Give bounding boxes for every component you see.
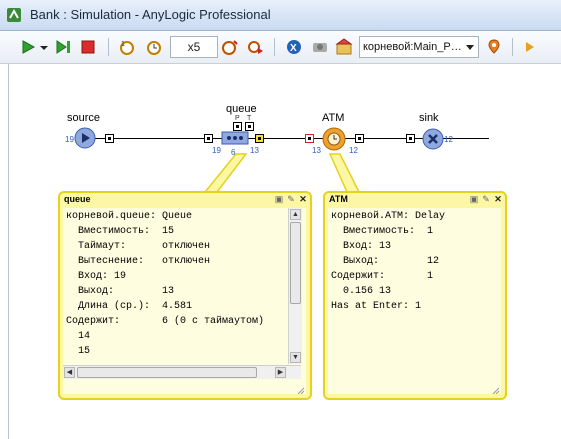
svg-text:X: X	[290, 43, 297, 54]
queue-inspect-body: корневой.queue: Queue Вместимость: 15 Та…	[63, 208, 306, 394]
atm-inspect-title: ATM	[329, 194, 348, 204]
atm-inspect-header: ATM ▣ ✎ ✕	[325, 193, 505, 207]
callout-pointers	[203, 153, 361, 193]
inspect-row: Вместимость: 15	[66, 226, 175, 237]
inspect-row: Вход: 19	[66, 271, 127, 282]
slow-down-icon[interactable]: 1	[118, 37, 138, 57]
stop-icon[interactable]	[78, 37, 98, 57]
inspect-row: корневой.ATM: Delay	[331, 211, 446, 222]
window-title: Bank : Simulation - AnyLogic Professiona…	[30, 7, 271, 22]
inspect-row: корневой.queue: Queue	[66, 211, 193, 222]
inspect-row: Содержит: 1	[331, 271, 434, 282]
home-folder-icon[interactable]	[334, 37, 354, 57]
scroll-left-icon[interactable]: ◀	[64, 367, 75, 378]
location-pin-icon[interactable]	[484, 37, 504, 57]
inspect-row: Выход: 12	[331, 256, 440, 267]
speed-field[interactable]: x5	[170, 36, 218, 58]
vertical-scrollbar[interactable]: ▲ ▼	[288, 208, 302, 364]
inspect-row: Таймаут: отключен	[66, 241, 211, 252]
virtual-time-icon[interactable]	[246, 37, 266, 57]
atm-inspect-window[interactable]: ATM ▣ ✎ ✕ корневой.ATM: Delay Вместимост…	[323, 191, 507, 400]
more-tools-icon[interactable]	[520, 37, 540, 57]
inspect-row: Has at Enter: 1	[331, 301, 422, 312]
close-icon[interactable]: ✕	[493, 194, 503, 204]
inspect-row: Вместимость: 1	[331, 226, 434, 237]
inspect-row: 0.156 13	[331, 286, 392, 297]
speed-up-icon[interactable]	[144, 37, 164, 57]
anylogic-app-icon	[6, 7, 22, 23]
restore-icon[interactable]: ▣	[274, 194, 284, 204]
horizontal-scrollbar[interactable]: ◀ ▶	[63, 365, 301, 379]
experiment-selector-value: корневой:Main_P…	[363, 41, 462, 53]
scroll-up-icon[interactable]: ▲	[290, 209, 301, 220]
model-canvas[interactable]: source 19 queue P T 19 6 13 ATM 13 12 si…	[8, 64, 561, 439]
inspect-row: Длина (ср.): 4.581	[66, 301, 193, 312]
camera-icon[interactable]	[310, 37, 330, 57]
queue-inspect-header: queue ▣ ✎ ✕	[60, 193, 310, 207]
experiment-selector[interactable]: корневой:Main_P…	[359, 36, 479, 58]
queue-inspect-title: queue	[64, 194, 91, 204]
inspect-row: Вход: 13	[331, 241, 392, 252]
inspect-row: Содержит: 6 (0 с таймаутом)	[66, 316, 265, 327]
resize-grip-icon[interactable]	[296, 384, 305, 394]
scroll-thumb[interactable]	[77, 367, 257, 378]
atm-inspect-body: корневой.ATM: Delay Вместимость: 1 Вход:…	[328, 208, 501, 394]
resize-grip-icon[interactable]	[491, 384, 500, 394]
run-icon[interactable]	[18, 37, 38, 57]
toolbar-separator	[108, 38, 109, 56]
toolbar-separator	[274, 38, 275, 56]
pin-icon[interactable]: ✎	[481, 194, 491, 204]
realtime-icon[interactable]	[220, 37, 240, 57]
pin-icon[interactable]: ✎	[286, 194, 296, 204]
inspect-row: Выход: 13	[66, 286, 175, 297]
step-icon[interactable]	[54, 37, 74, 57]
restore-icon[interactable]: ▣	[469, 194, 479, 204]
chevron-down-icon	[466, 45, 474, 50]
run-dropdown-icon[interactable]	[38, 37, 50, 57]
scroll-right-icon[interactable]: ▶	[275, 367, 286, 378]
inspect-row: 15	[66, 346, 91, 357]
toolbar: 1 x5 X корневой:Main_P…	[0, 31, 561, 64]
inspect-row: 14	[66, 331, 91, 342]
close-icon[interactable]: ✕	[298, 194, 308, 204]
scroll-thumb[interactable]	[290, 222, 301, 304]
scroll-down-icon[interactable]: ▼	[290, 352, 301, 363]
toolbar-separator	[512, 38, 513, 56]
queue-inspect-window[interactable]: queue ▣ ✎ ✕ корневой.queue: Queue Вмести…	[58, 191, 312, 400]
navigate-icon[interactable]: X	[284, 37, 304, 57]
svg-text:1: 1	[121, 41, 125, 48]
title-bar: Bank : Simulation - AnyLogic Professiona…	[0, 0, 561, 31]
inspect-row: Вытеснение: отключен	[66, 256, 211, 267]
